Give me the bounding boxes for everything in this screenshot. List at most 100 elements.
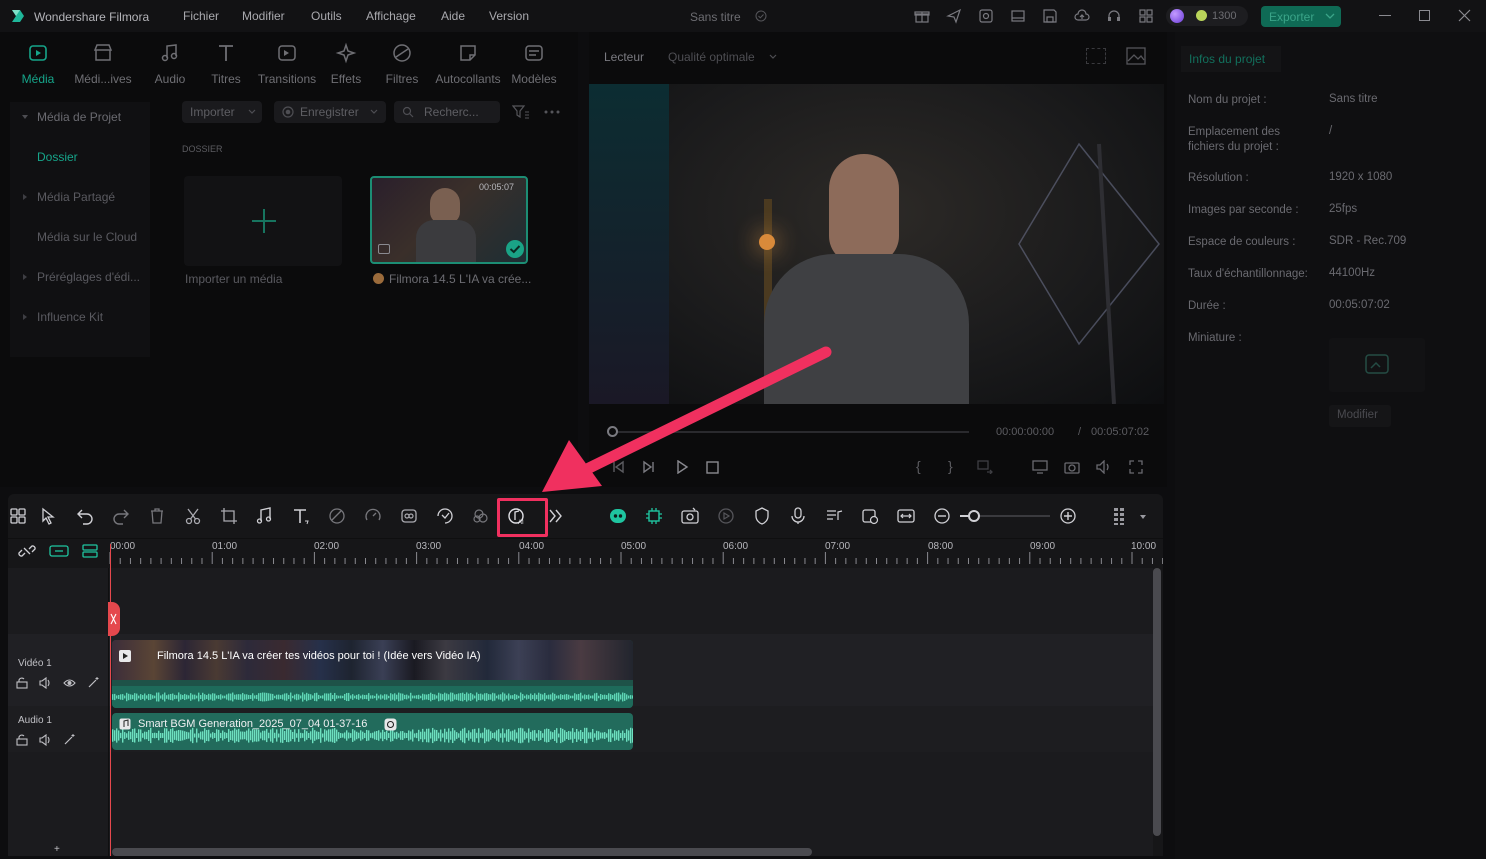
gift-icon[interactable] bbox=[914, 8, 930, 24]
apps-grid-icon[interactable] bbox=[1138, 8, 1154, 24]
lock-icon[interactable] bbox=[16, 734, 28, 746]
quality-select[interactable]: Qualité optimale bbox=[668, 50, 755, 64]
sidebar-item-presets[interactable]: Préréglages d'édi... bbox=[37, 270, 140, 284]
time-ruler[interactable] bbox=[108, 552, 1163, 564]
link-clips-icon[interactable] bbox=[49, 543, 69, 559]
menu-fichier[interactable]: Fichier bbox=[183, 9, 219, 23]
unlink-icon[interactable] bbox=[18, 542, 36, 560]
microphone-icon[interactable] bbox=[788, 506, 808, 526]
menu-aide[interactable]: Aide bbox=[441, 9, 465, 23]
previous-frame-icon[interactable] bbox=[611, 460, 625, 474]
ai-copilot-icon[interactable] bbox=[608, 506, 628, 526]
voiceover-list-icon[interactable] bbox=[824, 506, 844, 526]
tab-titles[interactable]: Titres bbox=[194, 42, 258, 86]
insert-clip-icon[interactable] bbox=[977, 460, 993, 474]
tab-media[interactable]: Média bbox=[6, 42, 70, 86]
record-button[interactable]: Enregistrer bbox=[274, 101, 386, 123]
mark-out-icon[interactable]: } bbox=[948, 458, 953, 474]
vertical-scrollbar[interactable] bbox=[1153, 568, 1161, 836]
select-pointer-icon[interactable] bbox=[39, 506, 59, 526]
crop-icon[interactable] bbox=[219, 506, 239, 526]
menu-modifier[interactable]: Modifier bbox=[242, 9, 285, 23]
color-match-icon[interactable] bbox=[399, 506, 419, 526]
display-monitor-icon[interactable] bbox=[1032, 460, 1048, 474]
headset-icon[interactable] bbox=[1106, 8, 1122, 24]
sidebar-item-project-media[interactable]: Média de Projet bbox=[37, 110, 121, 124]
caret-down-icon[interactable] bbox=[1139, 514, 1147, 520]
playback-progress-handle[interactable] bbox=[607, 426, 618, 437]
sidebar-item-shared-media[interactable]: Média Partagé bbox=[37, 190, 115, 204]
replace-media-icon[interactable] bbox=[860, 506, 880, 526]
video-clip[interactable]: Filmora 14.5 L'IA va créer tes vidéos po… bbox=[112, 640, 633, 708]
more-options-icon[interactable] bbox=[544, 110, 560, 114]
camera-ai-icon[interactable] bbox=[680, 506, 700, 526]
render-preview-icon[interactable] bbox=[716, 506, 736, 526]
search-input[interactable]: Recherc... bbox=[394, 101, 500, 123]
camera-snapshot-icon[interactable] bbox=[1064, 460, 1080, 474]
zoom-slider-handle[interactable] bbox=[968, 510, 980, 522]
modify-thumbnail-button[interactable]: Modifier bbox=[1329, 405, 1391, 427]
text-tool-icon[interactable] bbox=[291, 506, 311, 526]
audio-edit-icon[interactable] bbox=[255, 506, 275, 526]
layout-grid-icon[interactable] bbox=[8, 506, 28, 526]
split-scissors-icon[interactable] bbox=[183, 506, 203, 526]
ai-chip-icon[interactable] bbox=[644, 506, 664, 526]
playhead-line[interactable] bbox=[110, 544, 111, 856]
magic-wand-icon[interactable] bbox=[63, 733, 76, 746]
media-library-icon[interactable] bbox=[978, 8, 994, 24]
import-button[interactable]: Importer bbox=[182, 101, 262, 123]
audio-clip[interactable]: Smart BGM Generation_2025_07_04 01-37-16 bbox=[112, 713, 633, 750]
redo-icon[interactable] bbox=[111, 506, 131, 526]
more-tools-icon[interactable] bbox=[545, 506, 565, 526]
tab-effects[interactable]: Effets bbox=[314, 42, 378, 86]
import-media-tile[interactable] bbox=[184, 176, 342, 266]
snapshot-image-icon[interactable] bbox=[1126, 47, 1146, 65]
eye-icon[interactable] bbox=[63, 678, 76, 688]
shield-icon[interactable] bbox=[752, 506, 772, 526]
zoom-out-icon[interactable] bbox=[932, 506, 952, 526]
lock-icon[interactable] bbox=[16, 677, 28, 689]
send-icon[interactable] bbox=[946, 8, 962, 24]
media-thumbnail[interactable]: 00:05:07 bbox=[370, 176, 528, 264]
playback-progress-track[interactable] bbox=[609, 431, 969, 433]
horizontal-scrollbar[interactable] bbox=[112, 848, 812, 856]
mask-icon[interactable] bbox=[327, 506, 347, 526]
tab-media-exclusive[interactable]: Médi...ives bbox=[71, 42, 135, 86]
layout-icon[interactable] bbox=[1010, 8, 1026, 24]
sidebar-item-cloud-media[interactable]: Média sur le Cloud bbox=[37, 230, 137, 244]
menu-affichage[interactable]: Affichage bbox=[366, 9, 416, 23]
sidebar-item-influence-kit[interactable]: Influence Kit bbox=[37, 310, 103, 324]
sidebar-item-folder[interactable]: Dossier bbox=[37, 150, 78, 164]
mark-in-icon[interactable]: { bbox=[916, 458, 921, 474]
play-icon[interactable] bbox=[675, 460, 689, 474]
volume-icon[interactable] bbox=[1096, 460, 1112, 474]
maximize-button[interactable] bbox=[1419, 10, 1430, 21]
undo-icon[interactable] bbox=[75, 506, 95, 526]
export-button[interactable]: Exporter bbox=[1261, 6, 1341, 27]
tab-audio[interactable]: Audio bbox=[138, 42, 202, 86]
save-icon[interactable] bbox=[1042, 8, 1058, 24]
mute-speaker-icon[interactable] bbox=[39, 677, 52, 689]
tab-project-info[interactable]: Infos du projet bbox=[1181, 46, 1281, 72]
tab-filters[interactable]: Filtres bbox=[370, 42, 434, 86]
safe-zone-icon[interactable] bbox=[1086, 48, 1106, 64]
tab-stickers[interactable]: Autocollants bbox=[432, 42, 504, 86]
minimize-button[interactable] bbox=[1379, 15, 1391, 16]
credits-badge[interactable]: 1300 bbox=[1166, 6, 1248, 26]
mute-speaker-icon[interactable] bbox=[39, 734, 52, 746]
menu-outils[interactable]: Outils bbox=[311, 9, 342, 23]
tab-templates[interactable]: Modèles bbox=[502, 42, 566, 86]
fullscreen-icon[interactable] bbox=[1129, 460, 1143, 474]
add-track-icon[interactable]: + bbox=[54, 844, 60, 855]
ai-portrait-icon[interactable] bbox=[435, 506, 455, 526]
close-button[interactable] bbox=[1458, 9, 1471, 22]
fit-timeline-icon[interactable] bbox=[896, 506, 916, 526]
player-tab[interactable]: Lecteur bbox=[604, 50, 644, 64]
track-manager-icon[interactable] bbox=[81, 543, 99, 559]
delete-icon[interactable] bbox=[147, 506, 167, 526]
magic-wand-icon[interactable] bbox=[87, 676, 100, 689]
grid-view-icon[interactable] bbox=[1110, 506, 1130, 526]
filter-sort-icon[interactable] bbox=[512, 104, 530, 120]
playhead-handle[interactable] bbox=[108, 602, 120, 636]
zoom-in-icon[interactable] bbox=[1058, 506, 1078, 526]
